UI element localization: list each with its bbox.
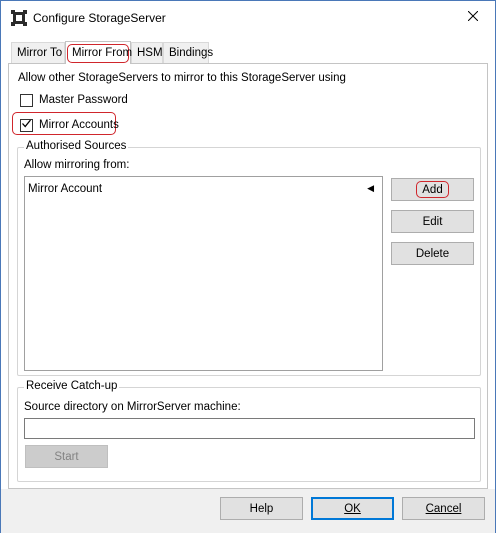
start-button[interactable]: Start — [25, 445, 108, 468]
authorised-sources-list[interactable]: Mirror Account ◀ — [24, 176, 383, 371]
mirror-accounts-checkbox[interactable] — [20, 118, 33, 132]
edit-button[interactable]: Edit — [391, 210, 474, 233]
tab-hsm[interactable]: HSM — [131, 42, 163, 63]
close-icon — [467, 10, 479, 24]
authorised-sources-title: Authorised Sources — [24, 140, 129, 152]
tab-mirror-from[interactable]: Mirror From — [65, 41, 132, 64]
dialog-footer: Help OK Cancel — [1, 489, 495, 533]
storageserver-app-icon — [11, 10, 27, 26]
master-password-checkbox-row[interactable]: Master Password — [20, 92, 128, 108]
configure-dialog: Configure StorageServer Mirror To Mirror… — [0, 0, 496, 533]
mirror-from-panel: Allow other StorageServers to mirror to … — [8, 63, 488, 489]
list-item[interactable]: Mirror Account — [28, 183, 102, 195]
ok-button[interactable]: OK — [311, 497, 394, 520]
window-title: Configure StorageServer — [33, 11, 166, 25]
mirror-accounts-checkbox-row[interactable]: Mirror Accounts — [20, 117, 119, 133]
add-highlight-annotation — [416, 181, 449, 198]
checkmark-icon — [21, 118, 32, 132]
add-button[interactable]: Add — [391, 178, 474, 201]
tab-mirror-to[interactable]: Mirror To — [11, 42, 65, 63]
source-directory-label: Source directory on MirrorServer machine… — [24, 401, 241, 413]
close-button[interactable] — [451, 1, 495, 33]
triangle-left-icon: ◀ — [367, 183, 374, 193]
mirror-accounts-label: Mirror Accounts — [39, 119, 119, 131]
help-button[interactable]: Help — [220, 497, 303, 520]
master-password-checkbox[interactable] — [20, 93, 33, 107]
cancel-button[interactable]: Cancel — [402, 497, 485, 520]
allow-mirroring-label: Allow mirroring from: — [24, 159, 130, 171]
receive-catchup-title: Receive Catch-up — [24, 380, 120, 392]
tab-bindings[interactable]: Bindings — [163, 42, 213, 63]
delete-button[interactable]: Delete — [391, 242, 474, 265]
source-directory-input[interactable] — [24, 418, 475, 439]
master-password-label: Master Password — [39, 94, 128, 106]
intro-text: Allow other StorageServers to mirror to … — [18, 72, 346, 84]
title-bar: Configure StorageServer — [1, 1, 495, 34]
